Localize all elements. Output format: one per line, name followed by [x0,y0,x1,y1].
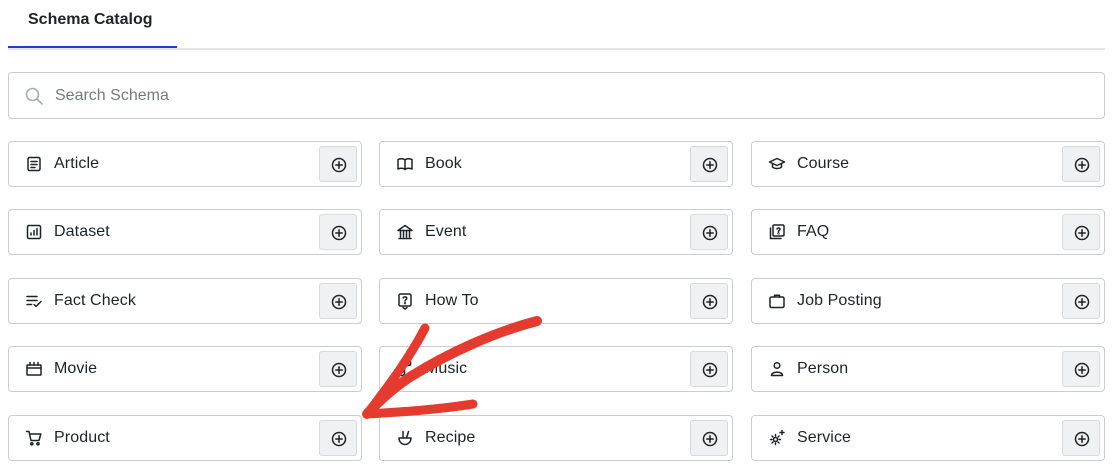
add-schema-button[interactable] [1062,146,1100,182]
schema-card-music[interactable]: Music [379,346,733,392]
search-input[interactable] [55,73,1085,118]
plus-circle-icon [702,362,718,378]
schema-card-label: Recipe [425,429,476,446]
schema-card-label: Article [54,155,100,172]
tab-bar: Schema Catalog [8,0,1105,50]
tab-label: Schema Catalog [28,11,153,28]
plus-circle-icon [1074,294,1090,310]
add-schema-button[interactable] [1062,351,1100,387]
product-icon [25,430,42,446]
schema-card-label: Music [425,360,468,377]
schema-card-how-to[interactable]: How To [379,278,733,324]
plus-circle-icon [331,362,347,378]
plus-circle-icon [702,294,718,310]
job-posting-icon [769,294,785,309]
schema-card-course[interactable]: Course [751,141,1105,187]
plus-circle-icon [1074,362,1090,378]
add-schema-button[interactable] [319,283,357,319]
tab-schema-catalog[interactable]: Schema Catalog [8,0,177,48]
book-icon [397,158,413,171]
schema-card-label: Service [797,429,852,446]
add-schema-button[interactable] [1062,420,1100,456]
schema-card-fact-check[interactable]: Fact Check [8,278,362,324]
service-icon [769,429,785,446]
plus-circle-icon [1074,157,1090,173]
schema-card-label: Product [54,429,110,446]
faq-icon [769,224,785,240]
plus-circle-icon [331,157,347,173]
schema-card-label: Job Posting [797,292,882,309]
add-schema-button[interactable] [319,214,357,250]
schema-card-label: Course [797,155,850,172]
schema-card-label: Movie [54,360,98,377]
add-schema-button[interactable] [690,146,728,182]
schema-card-label: Dataset [54,223,110,240]
schema-card-dataset[interactable]: Dataset [8,209,362,255]
schema-card-product[interactable]: Product [8,415,362,461]
schema-card-job-posting[interactable]: Job Posting [751,278,1105,324]
schema-card-label: Fact Check [54,292,136,309]
add-schema-button[interactable] [690,283,728,319]
recipe-icon [398,430,412,446]
plus-circle-icon [331,225,347,241]
person-icon [770,361,784,377]
schema-card-label: Event [425,223,467,240]
schema-card-label: How To [425,292,479,309]
add-schema-button[interactable] [690,351,728,387]
add-schema-button[interactable] [319,351,357,387]
search-box[interactable] [8,72,1105,119]
schema-card-label: Book [425,155,462,172]
schema-card-person[interactable]: Person [751,346,1105,392]
fact-check-icon [26,295,42,308]
add-schema-button[interactable] [1062,283,1100,319]
dataset-icon [26,224,42,240]
how-to-icon [398,293,412,310]
schema-card-recipe[interactable]: Recipe [379,415,733,461]
schema-card-label: FAQ [797,223,830,240]
course-icon [768,157,786,170]
schema-card-label: Person [797,360,849,377]
add-schema-button[interactable] [690,420,728,456]
event-icon [397,224,413,240]
search-icon [25,87,43,105]
schema-card-faq[interactable]: FAQ [751,209,1105,255]
schema-card-article[interactable]: Article [8,141,362,187]
add-schema-button[interactable] [1062,214,1100,250]
plus-circle-icon [331,294,347,310]
article-icon [27,156,41,172]
schema-card-event[interactable]: Event [379,209,733,255]
schema-card-movie[interactable]: Movie [8,346,362,392]
plus-circle-icon [1074,431,1090,447]
plus-circle-icon [702,157,718,173]
plus-circle-icon [702,225,718,241]
schema-card-service[interactable]: Service [751,415,1105,461]
plus-circle-icon [702,431,718,447]
music-icon [398,361,412,377]
movie-icon [26,361,42,376]
plus-circle-icon [331,431,347,447]
add-schema-button[interactable] [690,214,728,250]
schema-card-book[interactable]: Book [379,141,733,187]
plus-circle-icon [1074,225,1090,241]
add-schema-button[interactable] [319,420,357,456]
add-schema-button[interactable] [319,146,357,182]
